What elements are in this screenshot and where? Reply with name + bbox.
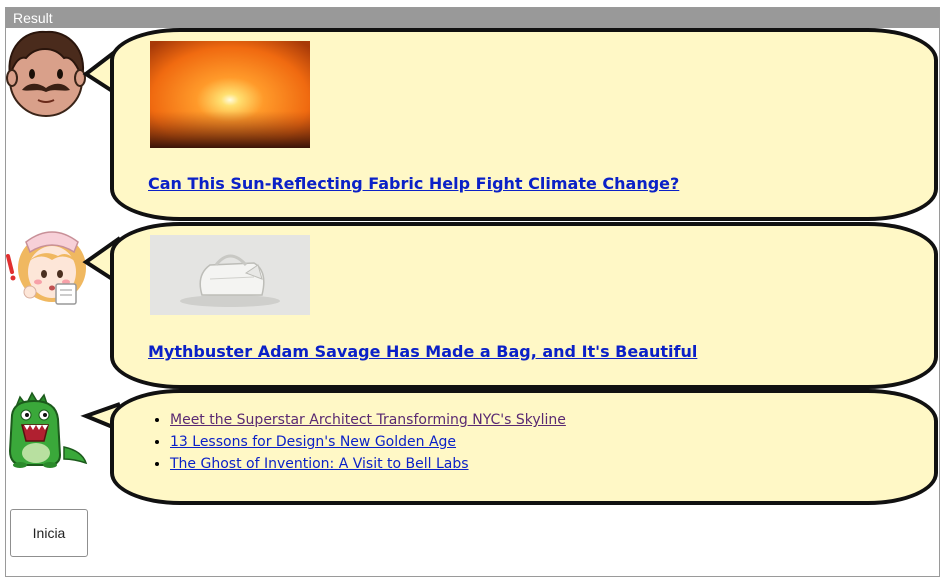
panel-title: Result [6, 8, 939, 28]
article-link[interactable]: 13 Lessons for Design's New Golden Age [170, 434, 456, 450]
article-link[interactable]: Mythbuster Adam Savage Has Made a Bag, a… [148, 342, 697, 361]
list-item: The Ghost of Invention: A Visit to Bell … [170, 453, 566, 475]
start-button[interactable]: Inicia [10, 509, 88, 557]
article-link[interactable]: Can This Sun-Reflecting Fabric Help Figh… [148, 174, 679, 193]
chat-bubble: Meet the Superstar Architect Transformin… [110, 389, 938, 505]
white-bag-photo-icon[interactable] [150, 235, 310, 315]
man-mustache-avatar-icon [6, 30, 86, 117]
list-item: Meet the Superstar Architect Transformin… [170, 409, 566, 431]
list-item: 13 Lessons for Design's New Golden Age [170, 431, 566, 453]
article-link[interactable]: The Ghost of Invention: A Visit to Bell … [170, 456, 469, 472]
chat-bubble: Mythbuster Adam Savage Has Made a Bag, a… [110, 222, 938, 389]
article-link[interactable]: Meet the Superstar Architect Transformin… [170, 412, 566, 428]
article-link-list: Meet the Superstar Architect Transformin… [170, 409, 566, 475]
green-dinosaur-avatar-icon [8, 391, 88, 468]
chat-bubble: Can This Sun-Reflecting Fabric Help Figh… [110, 28, 938, 221]
sunset-photo-icon[interactable] [150, 41, 310, 148]
nurse-girl-avatar-icon [6, 231, 86, 305]
